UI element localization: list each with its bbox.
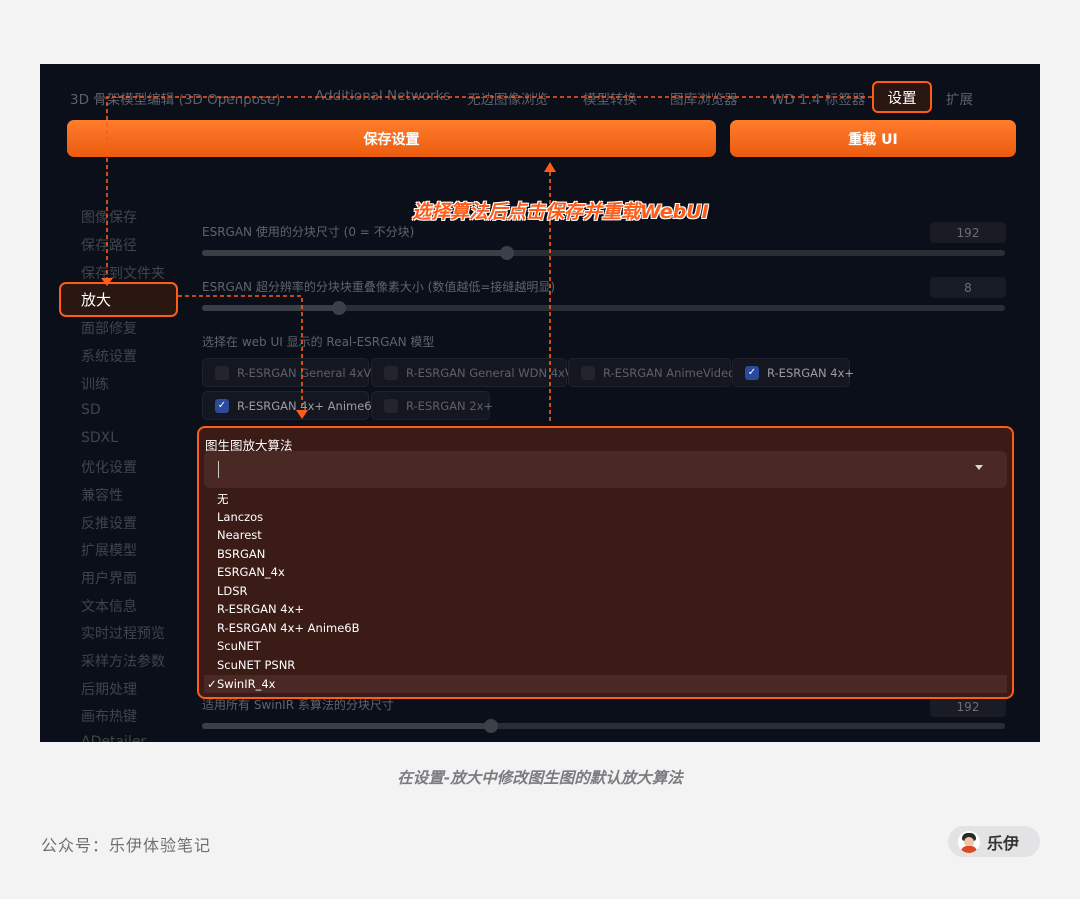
guide-settings-to-upscale — [106, 96, 872, 282]
arrow-head-down-icon — [296, 410, 308, 419]
image-caption: 在设置-放大中修改图生图的默认放大算法 — [397, 769, 683, 787]
avatar — [958, 830, 980, 853]
webui-screenshot: 3D 骨架模型编辑 (3D Openpose) Additional Netwo… — [40, 64, 1040, 742]
author-badge: 乐伊 — [948, 826, 1040, 857]
arrow-head-down-icon — [101, 278, 113, 286]
annotation-guides — [101, 96, 872, 421]
footer-account: 公众号：乐伊体验笔记 — [41, 836, 212, 855]
guide-upscale-to-dropdown — [178, 295, 303, 406]
author-name: 乐伊 — [987, 833, 1020, 853]
annotation-text: 选择算法后点击保存并重载WebUI — [412, 201, 709, 223]
arrow-head-up-icon — [544, 162, 556, 172]
